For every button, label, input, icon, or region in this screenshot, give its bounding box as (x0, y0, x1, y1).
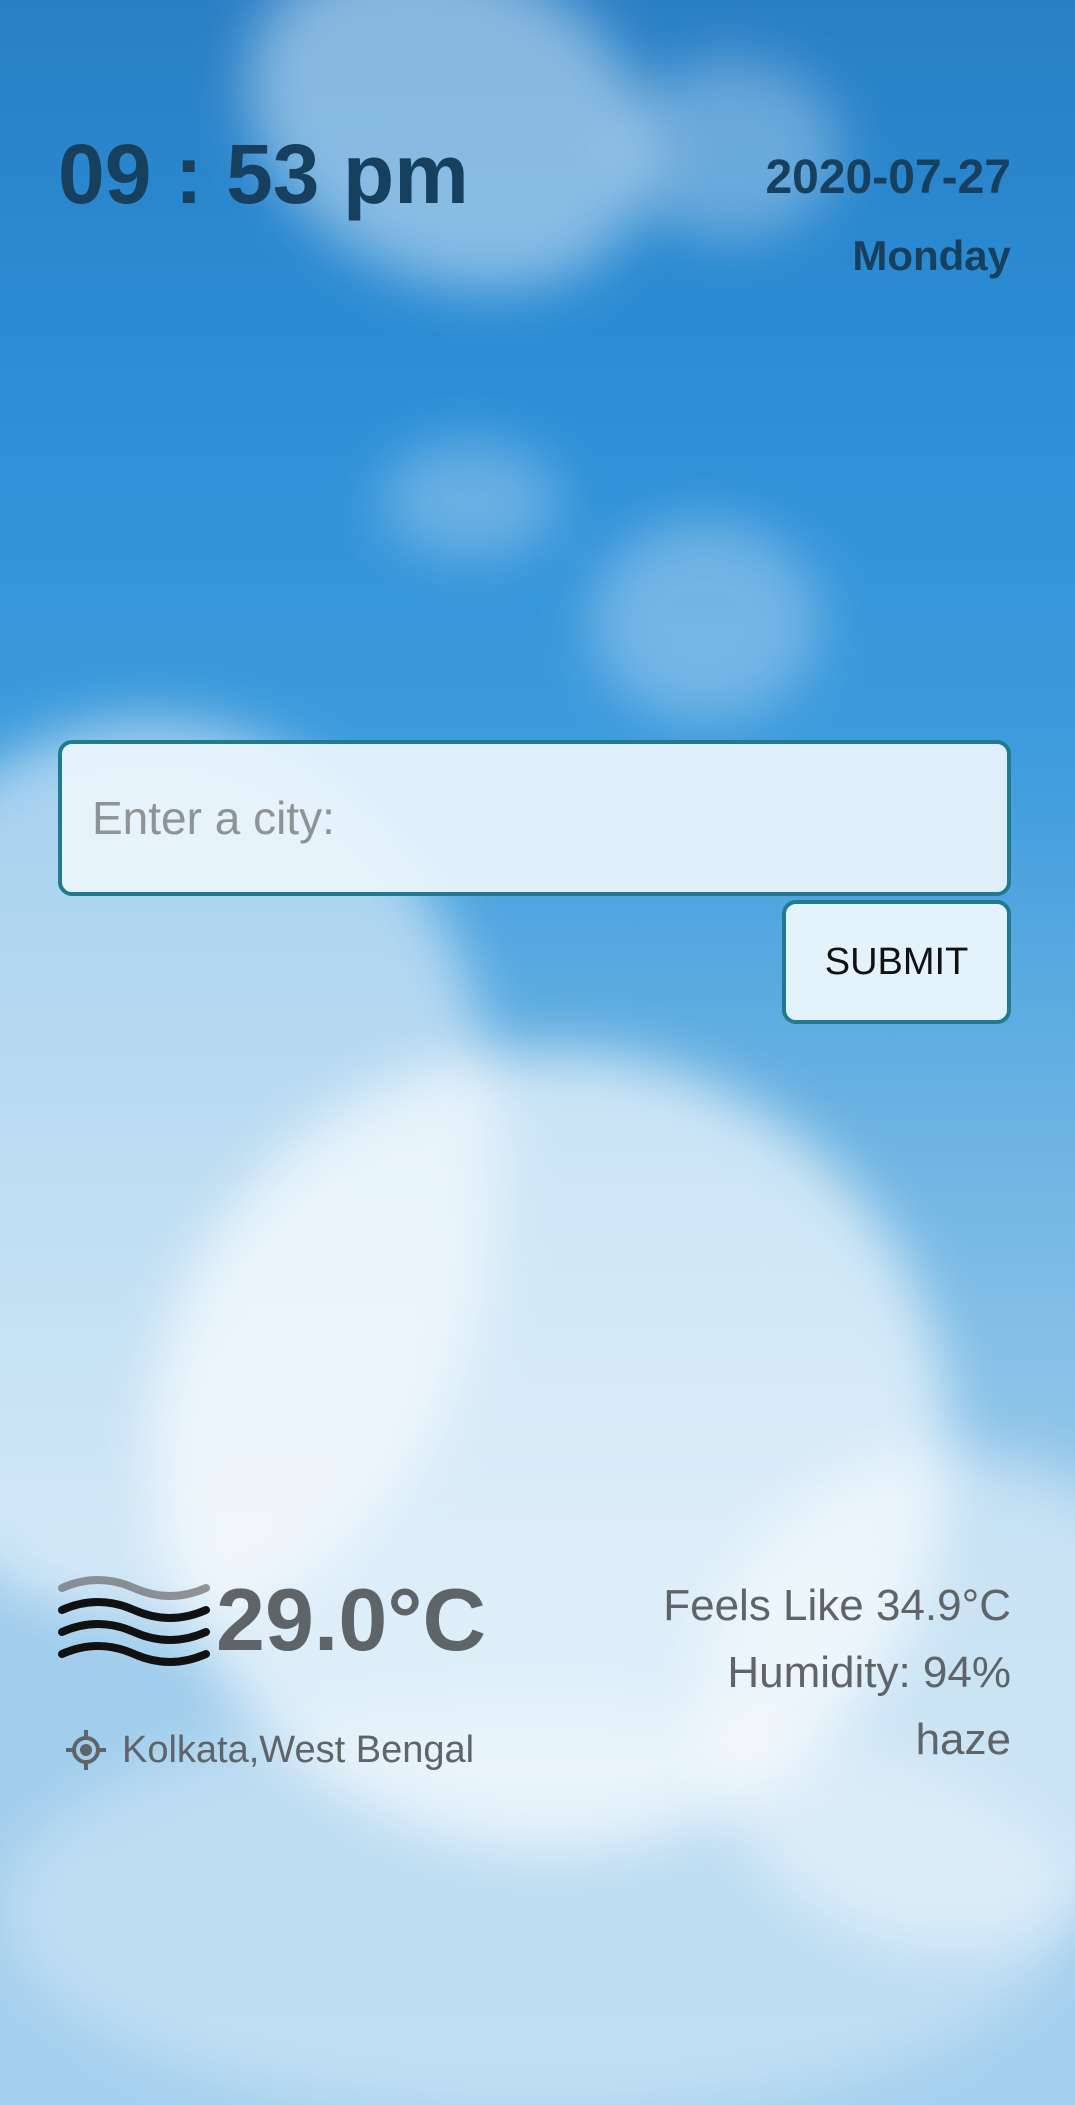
cloud (380, 440, 560, 560)
location-name: Kolkata,West Bengal (122, 1728, 475, 1771)
clock-time: 09 : 53 pm (58, 127, 469, 221)
date-block: 2020-07-27 Monday (765, 151, 1011, 279)
weather-summary: 29.0°C (58, 1570, 486, 1670)
haze-icon (58, 1576, 210, 1666)
current-day: Monday (852, 231, 1011, 279)
cloud (590, 520, 820, 720)
temperature: 29.0°C (216, 1570, 487, 1669)
feels-like: Feels Like 34.9°C (663, 1581, 1011, 1630)
current-date: 2020-07-27 (765, 151, 1011, 204)
location: Kolkata,West Bengal (64, 1728, 474, 1772)
humidity: Humidity: 94% (727, 1648, 1011, 1697)
weather-details: Feels Like 34.9°C Humidity: 94% haze (663, 1572, 1011, 1773)
sky-background (0, 0, 1075, 2105)
location-target-icon (66, 1730, 106, 1770)
weather-condition: haze (915, 1715, 1011, 1764)
city-search-input[interactable] (58, 740, 1011, 896)
submit-button[interactable]: SUBMIT (782, 900, 1011, 1024)
